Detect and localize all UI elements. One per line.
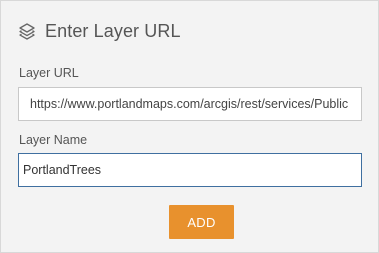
enter-layer-url-panel: Enter Layer URL Layer URL Layer Name ADD xyxy=(0,0,379,253)
add-button[interactable]: ADD xyxy=(169,205,234,239)
panel-title: Enter Layer URL xyxy=(45,20,181,41)
layer-url-input[interactable] xyxy=(18,87,362,121)
layer-name-label: Layer Name xyxy=(19,133,88,147)
layer-url-label: Layer URL xyxy=(19,66,79,80)
layer-name-input[interactable] xyxy=(18,153,362,187)
layers-icon xyxy=(18,22,36,40)
panel-header: Enter Layer URL xyxy=(18,19,181,43)
